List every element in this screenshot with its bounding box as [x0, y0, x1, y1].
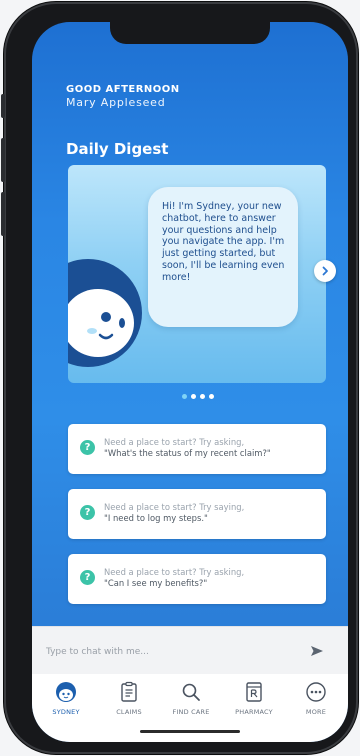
- silent-switch: [1, 94, 5, 118]
- device-mockup: GOOD AFTERNOON Mary Appleseed Daily Dige…: [0, 0, 360, 756]
- suggestion-lead: Need a place to start? Try saying,: [104, 502, 245, 512]
- carousel-dot[interactable]: [209, 394, 214, 399]
- tab-sydney[interactable]: SYDNEY: [37, 680, 95, 722]
- suggestion-lead: Need a place to start? Try asking,: [104, 567, 245, 577]
- question-icon: ?: [80, 570, 95, 585]
- tab-more[interactable]: MORE: [287, 680, 345, 722]
- carousel-dot[interactable]: [191, 394, 196, 399]
- user-name: Mary Appleseed: [66, 96, 166, 109]
- chat-composer: [32, 626, 348, 675]
- home-indicator: [140, 730, 240, 733]
- suggestion-card-log-steps[interactable]: ? Need a place to start? Try saying, "I …: [68, 489, 326, 539]
- chatbot-speech-bubble: Hi! I'm Sydney, your new chatbot, here t…: [148, 187, 298, 327]
- app-screen: GOOD AFTERNOON Mary Appleseed Daily Dige…: [32, 22, 348, 742]
- greeting-block: GOOD AFTERNOON Mary Appleseed: [66, 84, 180, 109]
- search-icon: [179, 680, 203, 704]
- question-icon: ?: [80, 440, 95, 455]
- suggestion-lead: Need a place to start? Try asking,: [104, 437, 245, 447]
- tab-label: SYDNEY: [52, 708, 80, 716]
- suggestion-text: Need a place to start? Try saying, "I ne…: [104, 502, 318, 524]
- send-button[interactable]: [306, 641, 328, 661]
- suggestion-text: Need a place to start? Try asking, "Can …: [104, 567, 318, 589]
- chevron-right-icon: [322, 266, 328, 276]
- carousel-next-button[interactable]: [314, 260, 336, 282]
- chatbot-intro-message: Hi! I'm Sydney, your new chatbot, here t…: [162, 201, 285, 283]
- send-icon: [311, 646, 323, 656]
- digest-carousel-card[interactable]: Hi! I'm Sydney, your new chatbot, here t…: [68, 165, 326, 383]
- tab-label: PHARMACY: [235, 708, 273, 716]
- sydney-mascot-icon: [68, 259, 142, 367]
- suggestion-prompt: "I need to log my steps.": [104, 513, 208, 523]
- tab-label: MORE: [305, 708, 327, 716]
- carousel-pagination: [182, 394, 214, 399]
- clipboard-icon: [117, 680, 141, 704]
- carousel-dot[interactable]: [200, 394, 205, 399]
- more-icon: [304, 680, 328, 704]
- suggestion-prompt: "Can I see my benefits?": [104, 578, 208, 588]
- volume-down-button: [1, 192, 5, 236]
- carousel-dot[interactable]: [182, 394, 187, 399]
- chat-input[interactable]: [44, 641, 288, 663]
- tab-pharmacy[interactable]: PHARMACY: [225, 680, 283, 722]
- sydney-mascot-icon: [54, 680, 78, 704]
- tab-find-care[interactable]: FIND CARE: [162, 680, 220, 722]
- prescription-icon: [242, 680, 266, 704]
- volume-up-button: [1, 138, 5, 182]
- phone-frame: GOOD AFTERNOON Mary Appleseed Daily Dige…: [1, 2, 358, 754]
- question-icon: ?: [80, 505, 95, 520]
- greeting-text: GOOD AFTERNOON: [66, 84, 180, 95]
- suggestion-prompt: "What's the status of my recent claim?": [104, 448, 271, 458]
- suggestion-text: Need a place to start? Try asking, "What…: [104, 437, 318, 459]
- suggestion-card-claim-status[interactable]: ? Need a place to start? Try asking, "Wh…: [68, 424, 326, 474]
- tab-label: CLAIMS: [116, 708, 142, 716]
- tab-claims[interactable]: CLAIMS: [100, 680, 158, 722]
- tab-label: FIND CARE: [172, 708, 210, 716]
- camera-notch: [110, 22, 270, 44]
- suggestion-card-benefits[interactable]: ? Need a place to start? Try asking, "Ca…: [68, 554, 326, 604]
- daily-digest-title: Daily Digest: [66, 140, 169, 158]
